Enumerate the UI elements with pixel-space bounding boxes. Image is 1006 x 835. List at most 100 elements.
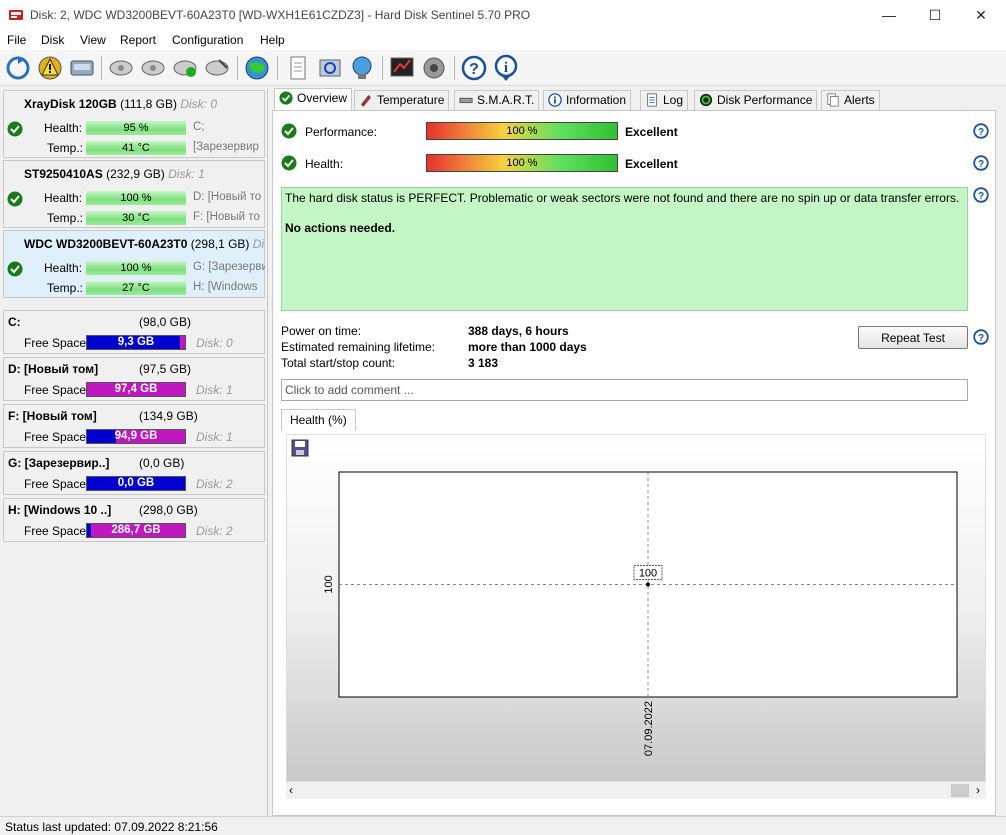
svg-text:?: ?: [978, 333, 984, 344]
tab-alerts[interactable]: Alerts: [821, 90, 880, 110]
performance-rating: Excellent: [625, 125, 678, 139]
disk-list-panel: XrayDisk 120GB (111,8 GB) Disk: 0 Health…: [0, 88, 268, 816]
tab-log[interactable]: Log: [640, 90, 689, 110]
menu-configuration[interactable]: Configuration: [172, 33, 243, 47]
test-2-icon[interactable]: [139, 54, 167, 82]
help-icon[interactable]: ?: [460, 54, 488, 82]
tab-strip: Overview Temperature S.M.A.R.T. Informat…: [272, 88, 1006, 110]
test-1-icon[interactable]: [107, 54, 135, 82]
disk-card[interactable]: ST9250410AS (232,9 GB) Disk: 1 Health: 1…: [3, 160, 265, 228]
free-space-label: Free Space: [24, 524, 87, 538]
scroll-left-icon[interactable]: ‹: [289, 783, 293, 797]
menu-help[interactable]: Help: [260, 33, 285, 47]
free-space-label: Free Space: [24, 430, 87, 444]
menu-view[interactable]: View: [80, 33, 106, 47]
lifetime-value: more than 1000 days: [468, 340, 587, 354]
test-3-icon[interactable]: [171, 54, 199, 82]
benchmark-icon[interactable]: [388, 54, 416, 82]
disk-name: ST9250410AS (232,9 GB) Disk: 1: [24, 167, 205, 181]
free-space-value: 97,4 GB: [114, 383, 158, 395]
check-icon: [7, 121, 23, 137]
volume-label: [Зарезервир: [193, 141, 259, 153]
window-title: Disk: 2, WDC WD3200BEVT-60A23T0 [WD-WXH1…: [30, 8, 531, 22]
check-icon: [7, 191, 23, 207]
info-small-icon: [548, 93, 562, 107]
tab-health-chart[interactable]: Health (%): [281, 409, 356, 431]
app-icon: [9, 10, 23, 20]
scroll-right-icon[interactable]: ›: [976, 783, 980, 797]
network-icon[interactable]: [348, 54, 376, 82]
save-icon[interactable]: [291, 439, 309, 457]
volume-card[interactable]: F: [Новый том] (134,9 GB) Free Space 94,…: [3, 404, 265, 448]
tab-disk-performance[interactable]: Disk Performance: [694, 90, 818, 110]
info-icon[interactable]: i: [492, 54, 520, 82]
free-space-value: 94,9 GB: [114, 430, 158, 442]
report-icon[interactable]: [284, 54, 312, 82]
scroll-thumb[interactable]: [951, 784, 969, 797]
warning-icon[interactable]: [36, 54, 64, 82]
tab-smart[interactable]: S.M.A.R.T.: [454, 90, 540, 110]
menu-file[interactable]: File: [7, 33, 26, 47]
check-icon: [281, 123, 297, 139]
test-4-icon[interactable]: [203, 54, 231, 82]
status-text: The hard disk status is PERFECT. Problem…: [285, 191, 960, 205]
free-space-value: 286,7 GB: [111, 524, 161, 536]
disk-name: XrayDisk 120GB (111,8 GB) Disk: 0: [24, 97, 218, 111]
disk-name: WDC WD3200BEVT-60A23T0 (298,1 GB) Di: [24, 237, 265, 251]
overview-panel: Performance: 100 % Excellent ? Health: 1…: [272, 110, 996, 816]
volume-card[interactable]: H: [Windows 10 ..] (298,0 GB) Free Space…: [3, 498, 265, 542]
volume-card[interactable]: C: (98,0 GB) Free Space 9,3 GB Disk: 0: [3, 310, 265, 354]
volume-name: G: [Зарезервир..]: [8, 456, 110, 470]
tab-label: Overview: [297, 91, 348, 105]
volume-card[interactable]: G: [Зарезервир..] (0,0 GB) Free Space 0,…: [3, 451, 265, 495]
health-bar: 100 %: [426, 154, 618, 172]
sync-icon[interactable]: [316, 54, 344, 82]
help-icon[interactable]: ?: [973, 187, 989, 203]
volume-card[interactable]: D: [Новый том] (97,5 GB) Free Space 97,4…: [3, 357, 265, 401]
comment-input[interactable]: [281, 379, 968, 401]
data-label: 100: [639, 568, 657, 580]
disk-card-selected[interactable]: WDC WD3200BEVT-60A23T0 (298,1 GB) Di Hea…: [3, 230, 265, 298]
alerts-icon: [827, 93, 839, 107]
free-space-bar: 9,3 GB: [86, 335, 186, 350]
volume-size: (98,0 GB): [139, 315, 192, 329]
menu-report[interactable]: Report: [120, 33, 156, 47]
refresh-icon[interactable]: [4, 54, 32, 82]
volume-name: H: [Windows 10 ..]: [8, 503, 112, 517]
minimize-button[interactable]: —: [866, 0, 912, 30]
volume-disk: Disk: 1: [196, 430, 233, 444]
svg-text:?: ?: [978, 191, 984, 202]
horizontal-scrollbar[interactable]: ‹ ›: [286, 782, 986, 799]
free-space-value: 9,3 GB: [117, 336, 155, 348]
svg-text:i: i: [504, 60, 508, 76]
repeat-test-button[interactable]: Repeat Test: [858, 326, 968, 349]
close-button[interactable]: ✕: [958, 0, 1004, 30]
sound-icon[interactable]: [420, 54, 448, 82]
health-label: Health:: [44, 261, 83, 275]
help-icon[interactable]: ?: [973, 123, 989, 139]
status-text: Status last updated: 07.09.2022 8:21:56: [5, 820, 218, 834]
health-chart: 100 07.09.2022 100: [286, 434, 986, 782]
maximize-button[interactable]: ☐: [912, 0, 958, 30]
tab-label: Disk Performance: [717, 93, 813, 107]
tab-overview[interactable]: Overview: [274, 88, 353, 110]
volume-label: D: [Новый то: [193, 191, 262, 203]
volume-label: C;: [193, 121, 205, 133]
toolbar-separator: [382, 56, 383, 80]
menu-disk[interactable]: Disk: [41, 33, 64, 47]
help-icon[interactable]: ?: [973, 155, 989, 171]
globe-icon[interactable]: [243, 54, 271, 82]
svg-text:?: ?: [469, 61, 479, 78]
volume-size: (97,5 GB): [139, 362, 192, 376]
free-space-label: Free Space: [24, 383, 87, 397]
tab-information[interactable]: Information: [543, 90, 632, 110]
help-icon[interactable]: ?: [973, 329, 989, 345]
x-tick-label: 07.09.2022: [643, 701, 655, 756]
chart-svg: 100 07.09.2022 100: [323, 471, 958, 756]
tab-temperature[interactable]: Temperature: [354, 90, 450, 110]
status-text-box: The hard disk status is PERFECT. Problem…: [281, 187, 968, 311]
volume-size: (298,0 GB): [139, 503, 198, 517]
check-icon: [7, 261, 23, 277]
disk-icon[interactable]: [68, 54, 96, 82]
disk-card[interactable]: XrayDisk 120GB (111,8 GB) Disk: 0 Health…: [3, 90, 265, 158]
